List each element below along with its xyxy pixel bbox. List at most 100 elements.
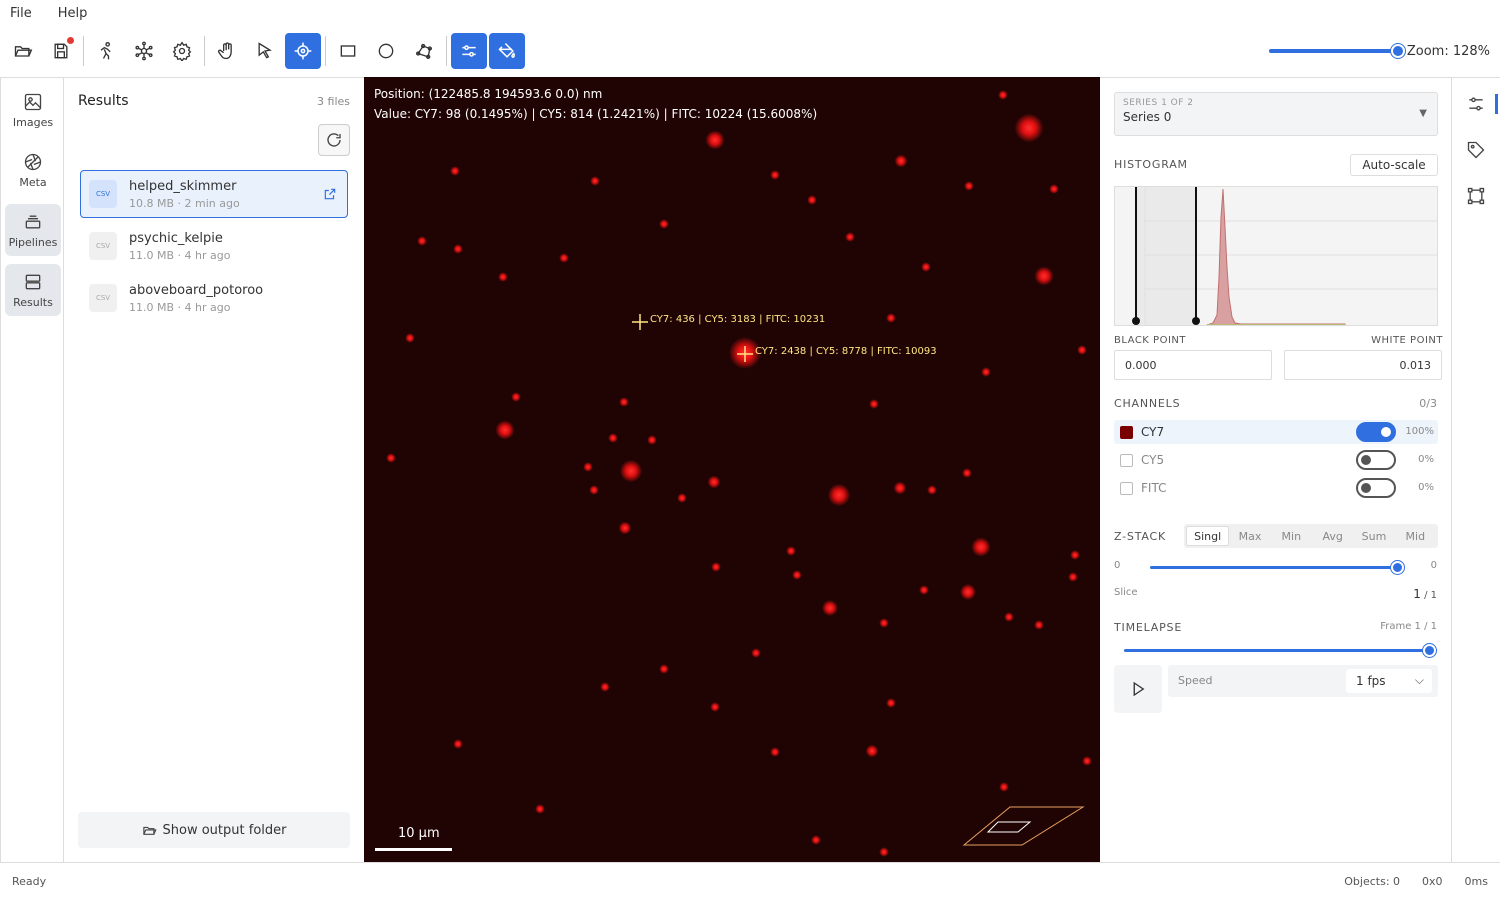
- zstack-mode-selector: Singl Max Min Avg Sum Mid: [1184, 524, 1438, 548]
- menu-file[interactable]: File: [10, 6, 32, 21]
- fluorescent-spot: [807, 195, 817, 205]
- render-time: 0ms: [1464, 875, 1488, 888]
- channel-name: CY7: [1141, 425, 1165, 439]
- timelapse-slider[interactable]: [1124, 644, 1436, 657]
- fluorescent-spot: [886, 698, 896, 708]
- image-viewer[interactable]: Position: (122485.8 194593.6 0.0) nm Val…: [364, 77, 1100, 862]
- fluorescent-spot: [921, 262, 931, 272]
- zstack-min: 0: [1114, 560, 1121, 571]
- toolbar: Zoom: 128%: [0, 26, 1500, 76]
- toolbar-divider: [204, 36, 205, 66]
- results-title: Results: [78, 93, 129, 109]
- channel-row-cy7[interactable]: CY7 100%: [1114, 420, 1438, 444]
- nav-meta[interactable]: Meta: [5, 144, 61, 196]
- nav-pipelines-label: Pipelines: [8, 235, 58, 249]
- file-list: CSV helped_skimmer 10.8 MB · 2 min ago C…: [80, 170, 348, 326]
- folder-open-icon[interactable]: [5, 33, 41, 69]
- rectangle-icon[interactable]: [330, 33, 366, 69]
- channel-name: CY5: [1141, 453, 1165, 467]
- fluorescent-spot: [647, 435, 657, 445]
- network-icon[interactable]: [126, 33, 162, 69]
- fluorescent-spot: [879, 618, 889, 628]
- adjust-icon[interactable]: [451, 33, 487, 69]
- fluorescent-spot: [417, 236, 427, 246]
- slice-label: Slice: [1114, 587, 1138, 598]
- fluorescent-spot: [811, 835, 821, 845]
- tag-icon[interactable]: [1452, 130, 1500, 170]
- toolbar-divider: [446, 36, 447, 66]
- zstack-mode-single[interactable]: Singl: [1186, 526, 1230, 546]
- zstack-mode-mid[interactable]: Mid: [1395, 526, 1436, 546]
- histogram-heading: HISTOGRAM: [1114, 158, 1188, 171]
- menu-help[interactable]: Help: [58, 6, 88, 21]
- database-icon: [25, 274, 41, 289]
- folder-open-icon: [142, 826, 157, 835]
- speed-select[interactable]: 1 fps ⌵: [1346, 669, 1432, 693]
- unsaved-indicator: [67, 37, 74, 44]
- zoom-slider[interactable]: [1268, 44, 1405, 58]
- zstack-slider[interactable]: [1150, 561, 1404, 574]
- minimap-outline: [962, 806, 1085, 846]
- file-meta: 11.0 MB · 4 hr ago: [129, 300, 231, 314]
- fluorescent-spot: [619, 397, 629, 407]
- histogram[interactable]: [1114, 186, 1438, 326]
- probe-crosshair[interactable]: [737, 346, 753, 362]
- toolbar-divider: [325, 36, 326, 66]
- zstack-mode-avg[interactable]: Avg: [1312, 526, 1353, 546]
- nav-results[interactable]: Results: [5, 264, 61, 316]
- fluorescent-spot: [1034, 266, 1054, 286]
- play-button[interactable]: [1114, 665, 1162, 713]
- zstack-mode-max[interactable]: Max: [1229, 526, 1270, 546]
- sliders-icon[interactable]: [1452, 84, 1500, 124]
- white-point-input[interactable]: 0.013: [1284, 350, 1442, 380]
- white-point-label: WHITE POINT: [1371, 335, 1443, 346]
- save-icon[interactable]: [43, 33, 79, 69]
- channels-heading: CHANNELS: [1114, 397, 1181, 410]
- fluorescent-spot: [498, 272, 508, 282]
- channel-row-fitc[interactable]: FITC 0%: [1114, 476, 1438, 500]
- probe-crosshair[interactable]: [632, 314, 648, 330]
- fluorescent-spot: [869, 399, 879, 409]
- black-point-input[interactable]: 0.000: [1114, 350, 1272, 380]
- file-meta: 11.0 MB · 4 hr ago: [129, 248, 231, 262]
- settings-icon[interactable]: [164, 33, 200, 69]
- channel-color-swatch[interactable]: [1120, 425, 1133, 439]
- fluorescent-spot: [886, 313, 896, 323]
- file-name: aboveboard_potoroo: [129, 282, 264, 298]
- run-icon[interactable]: [88, 33, 124, 69]
- show-output-folder-button[interactable]: Show output folder: [78, 812, 350, 848]
- play-icon: [1133, 681, 1145, 697]
- hand-icon[interactable]: [209, 33, 245, 69]
- series-select[interactable]: SERIES 1 OF 2 Series 0 ▼: [1114, 92, 1438, 136]
- channel-row-cy5[interactable]: CY5 0%: [1114, 448, 1438, 472]
- file-item[interactable]: CSV helped_skimmer 10.8 MB · 2 min ago: [80, 170, 348, 218]
- channel-toggle[interactable]: [1356, 422, 1396, 442]
- zstack-mode-sum[interactable]: Sum: [1353, 526, 1394, 546]
- fluorescent-spot: [751, 648, 761, 658]
- refresh-button[interactable]: [318, 124, 350, 156]
- fluorescent-spot: [405, 333, 415, 343]
- channel-toggle[interactable]: [1356, 478, 1396, 498]
- circle-icon[interactable]: [368, 33, 404, 69]
- fluorescent-spot: [1070, 550, 1080, 560]
- probe-label: CY7: 2438 | CY5: 8778 | FITC: 10093: [755, 346, 937, 357]
- zoom-slider-thumb[interactable]: [1390, 44, 1405, 58]
- file-item[interactable]: CSV aboveboard_potoroo 11.0 MB · 4 hr ag…: [80, 274, 348, 322]
- external-link-icon[interactable]: [323, 187, 337, 201]
- file-item[interactable]: CSV psychic_kelpie 11.0 MB · 4 hr ago: [80, 222, 348, 270]
- pointer-icon[interactable]: [247, 33, 283, 69]
- zstack-mode-min[interactable]: Min: [1271, 526, 1312, 546]
- nav-pipelines[interactable]: Pipelines: [5, 204, 61, 256]
- nav-images[interactable]: Images: [5, 84, 61, 136]
- auto-scale-button[interactable]: Auto-scale: [1350, 154, 1438, 176]
- bounding-box-icon[interactable]: [1452, 176, 1500, 216]
- fill-icon[interactable]: [489, 33, 525, 69]
- channels-count: 0/3: [1419, 397, 1437, 410]
- channel-checkbox[interactable]: [1120, 453, 1133, 467]
- fluorescent-spot: [677, 493, 687, 503]
- channel-checkbox[interactable]: [1120, 481, 1133, 495]
- target-icon[interactable]: [285, 33, 321, 69]
- fluorescent-spot: [865, 744, 879, 758]
- polygon-icon[interactable]: [406, 33, 442, 69]
- channel-toggle[interactable]: [1356, 450, 1396, 470]
